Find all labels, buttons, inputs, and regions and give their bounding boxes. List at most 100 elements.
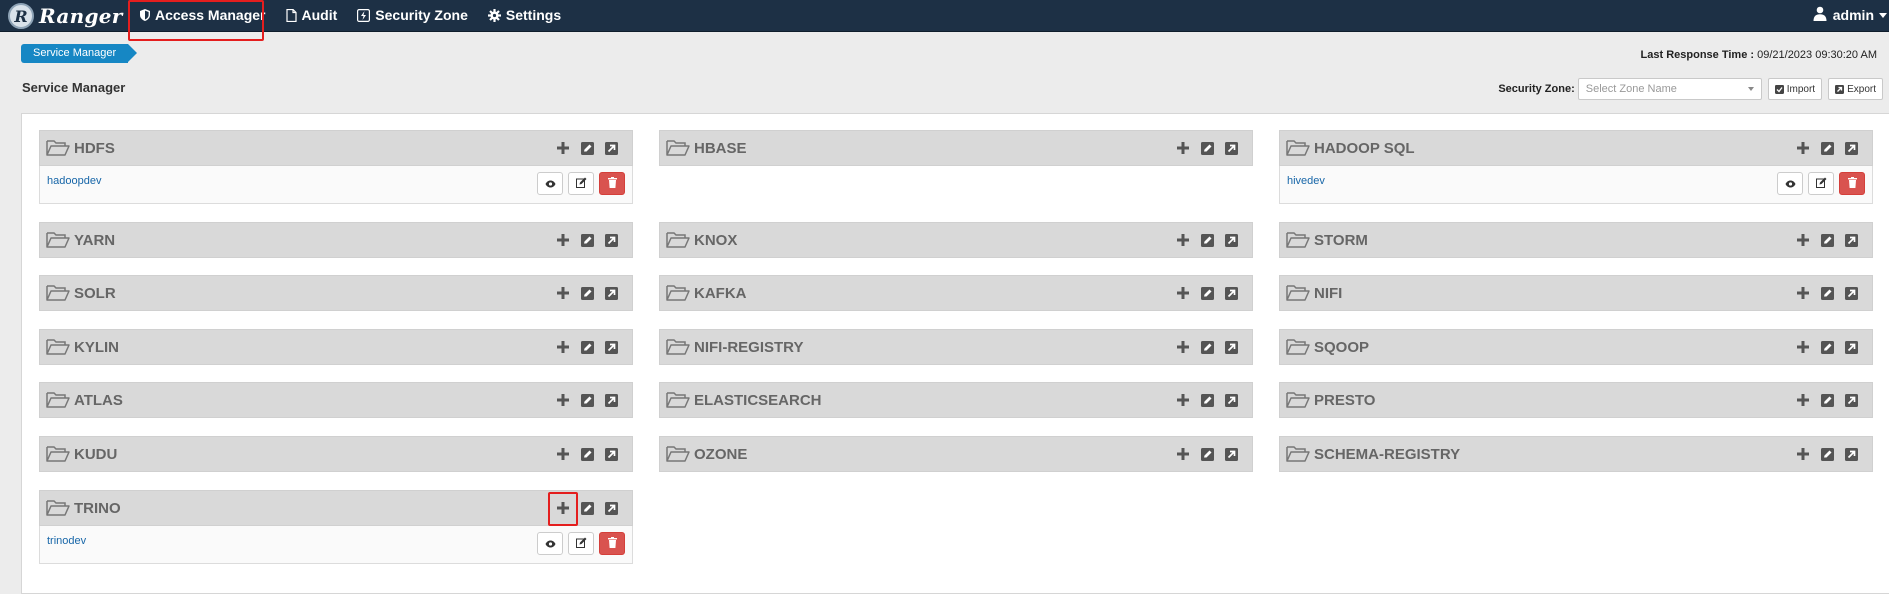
add-service-plus-icon[interactable]: [1175, 140, 1191, 156]
service-instance-link[interactable]: trinodev: [47, 535, 86, 547]
edit-service-icon[interactable]: [1199, 140, 1215, 156]
nav-access-manager[interactable]: Access Manager: [130, 0, 276, 30]
export-service-icon[interactable]: [1223, 446, 1239, 462]
edit-service-icon[interactable]: [1199, 285, 1215, 301]
add-service-plus-icon[interactable]: [1175, 339, 1191, 355]
export-service-icon[interactable]: [1843, 140, 1859, 156]
edit-button[interactable]: [568, 172, 594, 195]
view-button[interactable]: [537, 532, 563, 555]
nav-security-zone[interactable]: Security Zone: [347, 0, 478, 30]
edit-service-icon[interactable]: [1199, 392, 1215, 408]
export-service-icon[interactable]: [1843, 339, 1859, 355]
service-name: NIFI-REGISTRY: [694, 338, 804, 356]
nav-settings[interactable]: Settings: [478, 0, 571, 30]
instance-actions: [532, 532, 625, 555]
service-actions: [547, 392, 619, 408]
edit-service-icon[interactable]: [1819, 285, 1835, 301]
service-card-nifi-registry: NIFI-REGISTRY: [659, 329, 1253, 365]
add-service-plus-icon[interactable]: [555, 232, 571, 248]
export-service-icon[interactable]: [603, 285, 619, 301]
edit-service-icon[interactable]: [1199, 232, 1215, 248]
edit-service-icon[interactable]: [579, 285, 595, 301]
export-service-icon[interactable]: [603, 446, 619, 462]
add-service-plus-icon[interactable]: [1795, 232, 1811, 248]
add-service-plus-icon[interactable]: [1175, 232, 1191, 248]
add-service-plus-icon[interactable]: [555, 392, 571, 408]
add-service-plus-icon[interactable]: [555, 500, 571, 516]
add-service-plus-icon[interactable]: [555, 285, 571, 301]
service-instance-link[interactable]: hivedev: [1287, 175, 1325, 187]
edit-service-icon[interactable]: [1819, 446, 1835, 462]
export-service-icon[interactable]: [603, 392, 619, 408]
delete-button[interactable]: [599, 172, 625, 195]
edit-service-icon[interactable]: [1199, 446, 1215, 462]
edit-service-icon[interactable]: [579, 392, 595, 408]
export-service-icon[interactable]: [1223, 232, 1239, 248]
edit-button[interactable]: [1808, 172, 1834, 195]
edit-service-icon[interactable]: [1199, 339, 1215, 355]
add-service-plus-icon[interactable]: [1795, 339, 1811, 355]
edit-service-icon[interactable]: [579, 446, 595, 462]
export-service-icon[interactable]: [1843, 285, 1859, 301]
folder-open-icon: [1286, 284, 1310, 302]
export-service-icon[interactable]: [1843, 392, 1859, 408]
export-button[interactable]: Export: [1828, 78, 1883, 100]
page-title: Service Manager: [22, 80, 126, 95]
service-header: HBASE: [659, 130, 1253, 166]
service-instance-link[interactable]: hadoopdev: [47, 175, 101, 187]
service-name: NIFI: [1314, 284, 1343, 302]
zone-icon: [357, 8, 371, 22]
export-service-icon[interactable]: [1223, 339, 1239, 355]
service-name: KAFKA: [694, 284, 747, 302]
breadcrumb[interactable]: Service Manager: [21, 44, 138, 63]
edit-service-icon[interactable]: [1819, 339, 1835, 355]
export-service-icon[interactable]: [603, 140, 619, 156]
brand[interactable]: R Ranger: [8, 2, 123, 30]
edit-button[interactable]: [568, 532, 594, 555]
service-card-kudu: KUDU: [39, 436, 633, 472]
edit-service-icon[interactable]: [579, 140, 595, 156]
add-service-plus-icon[interactable]: [1175, 285, 1191, 301]
edit-service-icon[interactable]: [1819, 232, 1835, 248]
export-service-icon[interactable]: [603, 339, 619, 355]
edit-service-icon[interactable]: [1819, 140, 1835, 156]
service-card-nifi: NIFI: [1279, 275, 1873, 311]
add-service-plus-icon[interactable]: [555, 446, 571, 462]
nav-audit[interactable]: Audit: [276, 0, 348, 30]
view-button[interactable]: [1777, 172, 1803, 195]
add-service-plus-icon[interactable]: [1175, 446, 1191, 462]
service-header: ATLAS: [39, 382, 633, 418]
delete-button[interactable]: [599, 532, 625, 555]
export-service-icon[interactable]: [1843, 446, 1859, 462]
add-service-plus-icon[interactable]: [1795, 446, 1811, 462]
import-button[interactable]: Import: [1767, 78, 1823, 100]
edit-service-icon[interactable]: [579, 339, 595, 355]
user-menu[interactable]: admin: [1813, 0, 1889, 30]
delete-button[interactable]: [1839, 172, 1865, 195]
user-name: admin: [1832, 7, 1874, 23]
add-service-plus-icon[interactable]: [1795, 140, 1811, 156]
view-button[interactable]: [537, 172, 563, 195]
export-service-icon[interactable]: [603, 500, 619, 516]
add-service-plus-icon[interactable]: [1175, 392, 1191, 408]
edit-service-icon[interactable]: [579, 232, 595, 248]
service-actions: [1167, 285, 1239, 301]
security-zone-select[interactable]: Select Zone Name: [1577, 78, 1762, 100]
edit-service-icon[interactable]: [1819, 392, 1835, 408]
add-service-plus-icon[interactable]: [555, 140, 571, 156]
export-service-icon[interactable]: [1223, 392, 1239, 408]
export-service-icon[interactable]: [603, 232, 619, 248]
export-service-icon[interactable]: [1843, 232, 1859, 248]
eye-icon: [545, 535, 556, 553]
add-service-plus-icon[interactable]: [555, 339, 571, 355]
edit-service-icon[interactable]: [579, 500, 595, 516]
export-service-icon[interactable]: [1223, 140, 1239, 156]
add-service-plus-icon[interactable]: [1795, 392, 1811, 408]
folder-open-icon: [666, 391, 690, 409]
add-service-plus-icon[interactable]: [1795, 285, 1811, 301]
last-response-value: 09/21/2023 09:30:20 AM: [1757, 49, 1877, 61]
folder-open-icon: [666, 445, 690, 463]
export-service-icon[interactable]: [1223, 285, 1239, 301]
service-name: HADOOP SQL: [1314, 139, 1415, 157]
service-header: KNOX: [659, 222, 1253, 258]
